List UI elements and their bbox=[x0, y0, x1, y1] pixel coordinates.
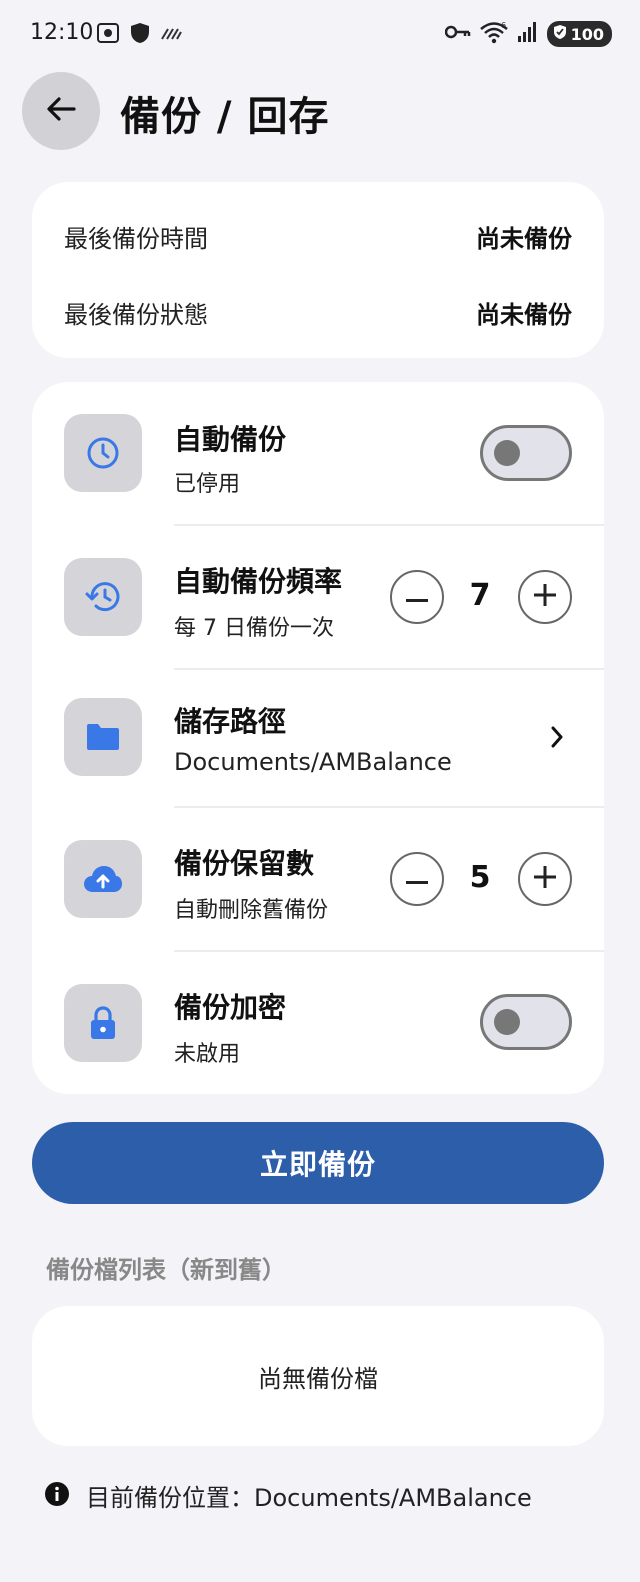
frequency-decrease-button[interactable] bbox=[390, 570, 444, 624]
toggle-knob bbox=[494, 440, 520, 466]
back-button[interactable] bbox=[22, 72, 100, 150]
arrow-left-icon bbox=[46, 96, 76, 126]
info-icon bbox=[44, 1481, 70, 1511]
battery-shield-icon bbox=[553, 24, 567, 44]
backup-list-empty-text: 尚無備份檔 bbox=[258, 1364, 378, 1393]
backup-list-card: 尚無備份檔 bbox=[32, 1306, 604, 1446]
retention-increase-button[interactable] bbox=[518, 852, 572, 906]
wifi-icon: 6 bbox=[479, 20, 509, 48]
status-bar: 12:10 6 100 bbox=[0, 0, 640, 68]
backup-frequency-title: 自動備份頻率 bbox=[174, 565, 343, 598]
hatch-icon bbox=[160, 25, 182, 45]
last-backup-time-row: 最後備份時間 尚未備份 bbox=[64, 216, 572, 256]
backup-info-card: 最後備份時間 尚未備份 最後備份狀態 尚未備份 bbox=[32, 182, 604, 358]
clock-icon bbox=[64, 414, 142, 492]
frequency-increase-button[interactable] bbox=[518, 570, 572, 624]
encryption-toggle[interactable] bbox=[480, 994, 572, 1050]
last-backup-status-label: 最後備份狀態 bbox=[64, 300, 208, 329]
backup-frequency-subtitle: 每 7 日備份一次 bbox=[174, 616, 334, 641]
last-backup-time-value: 尚未備份 bbox=[476, 224, 572, 253]
status-time: 12:10 bbox=[30, 20, 94, 45]
last-backup-status-row: 最後備份狀態 尚未備份 bbox=[64, 292, 572, 332]
backup-list-section-title: 備份檔列表（新到舊） bbox=[46, 1256, 286, 1284]
auto-backup-toggle[interactable] bbox=[480, 425, 572, 481]
key-icon bbox=[444, 24, 471, 44]
backup-settings-card: 自動備份 已停用 自動備份頻率 每 7 日備份一次 7 儲存路徑 Documen… bbox=[32, 382, 604, 1094]
storage-path-title: 儲存路徑 bbox=[174, 705, 287, 738]
lock-icon bbox=[64, 984, 142, 1062]
folder-icon bbox=[64, 698, 142, 776]
backup-frequency-row: 自動備份頻率 每 7 日備份一次 7 bbox=[32, 526, 604, 668]
backup-retention-title: 備份保留數 bbox=[174, 847, 315, 880]
retention-value: 5 bbox=[469, 860, 491, 895]
frequency-value: 7 bbox=[469, 578, 491, 613]
auto-backup-subtitle: 已停用 bbox=[174, 472, 241, 497]
screenshot-icon bbox=[96, 22, 120, 48]
cloud-upload-icon bbox=[64, 840, 142, 918]
last-backup-time-label: 最後備份時間 bbox=[64, 224, 208, 253]
page-title: 備份 / 回存 bbox=[120, 94, 330, 140]
last-backup-status-value: 尚未備份 bbox=[476, 300, 572, 329]
backup-encryption-title: 備份加密 bbox=[174, 991, 287, 1024]
signal-icon bbox=[517, 21, 539, 47]
storage-path-subtitle: Documents/AMBalance bbox=[174, 748, 452, 776]
backup-encryption-subtitle: 未啟用 bbox=[174, 1042, 241, 1067]
shield-icon bbox=[130, 22, 150, 48]
history-icon bbox=[64, 558, 142, 636]
plus-icon bbox=[534, 866, 556, 892]
battery-level: 100 bbox=[570, 24, 604, 44]
backup-location-text: 目前備份位置：Documents/AMBalance bbox=[86, 1484, 532, 1512]
backup-location-info: 目前備份位置：Documents/AMBalance bbox=[44, 1478, 532, 1513]
backup-retention-subtitle: 自動刪除舊備份 bbox=[174, 898, 329, 923]
battery-indicator: 100 bbox=[546, 21, 612, 47]
minus-icon bbox=[406, 870, 428, 889]
plus-icon bbox=[534, 584, 556, 610]
backup-encryption-row[interactable]: 備份加密 未啟用 bbox=[32, 952, 604, 1094]
auto-backup-row[interactable]: 自動備份 已停用 bbox=[32, 382, 604, 524]
retention-decrease-button[interactable] bbox=[390, 852, 444, 906]
minus-icon bbox=[406, 588, 428, 607]
backup-now-button[interactable]: 立即備份 bbox=[32, 1122, 604, 1204]
svg-text:6: 6 bbox=[501, 21, 506, 30]
auto-backup-title: 自動備份 bbox=[174, 423, 287, 456]
chevron-right-icon bbox=[550, 726, 564, 752]
storage-path-row[interactable]: 儲存路徑 Documents/AMBalance bbox=[32, 670, 604, 806]
backup-retention-row: 備份保留數 自動刪除舊備份 5 bbox=[32, 808, 604, 950]
toggle-knob bbox=[494, 1009, 520, 1035]
